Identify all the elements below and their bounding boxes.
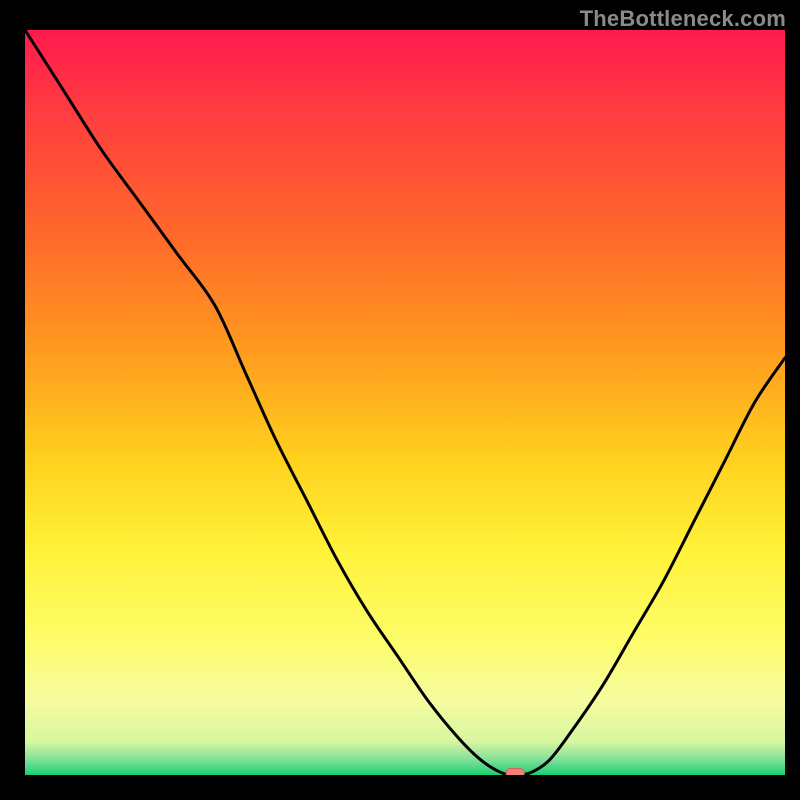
watermark-text: TheBottleneck.com bbox=[580, 6, 786, 32]
chart-stage: TheBottleneck.com bbox=[0, 0, 800, 800]
gradient-background bbox=[25, 30, 785, 775]
plot-svg bbox=[25, 30, 785, 775]
optimal-point-marker bbox=[506, 769, 524, 775]
plot-area bbox=[25, 30, 785, 775]
